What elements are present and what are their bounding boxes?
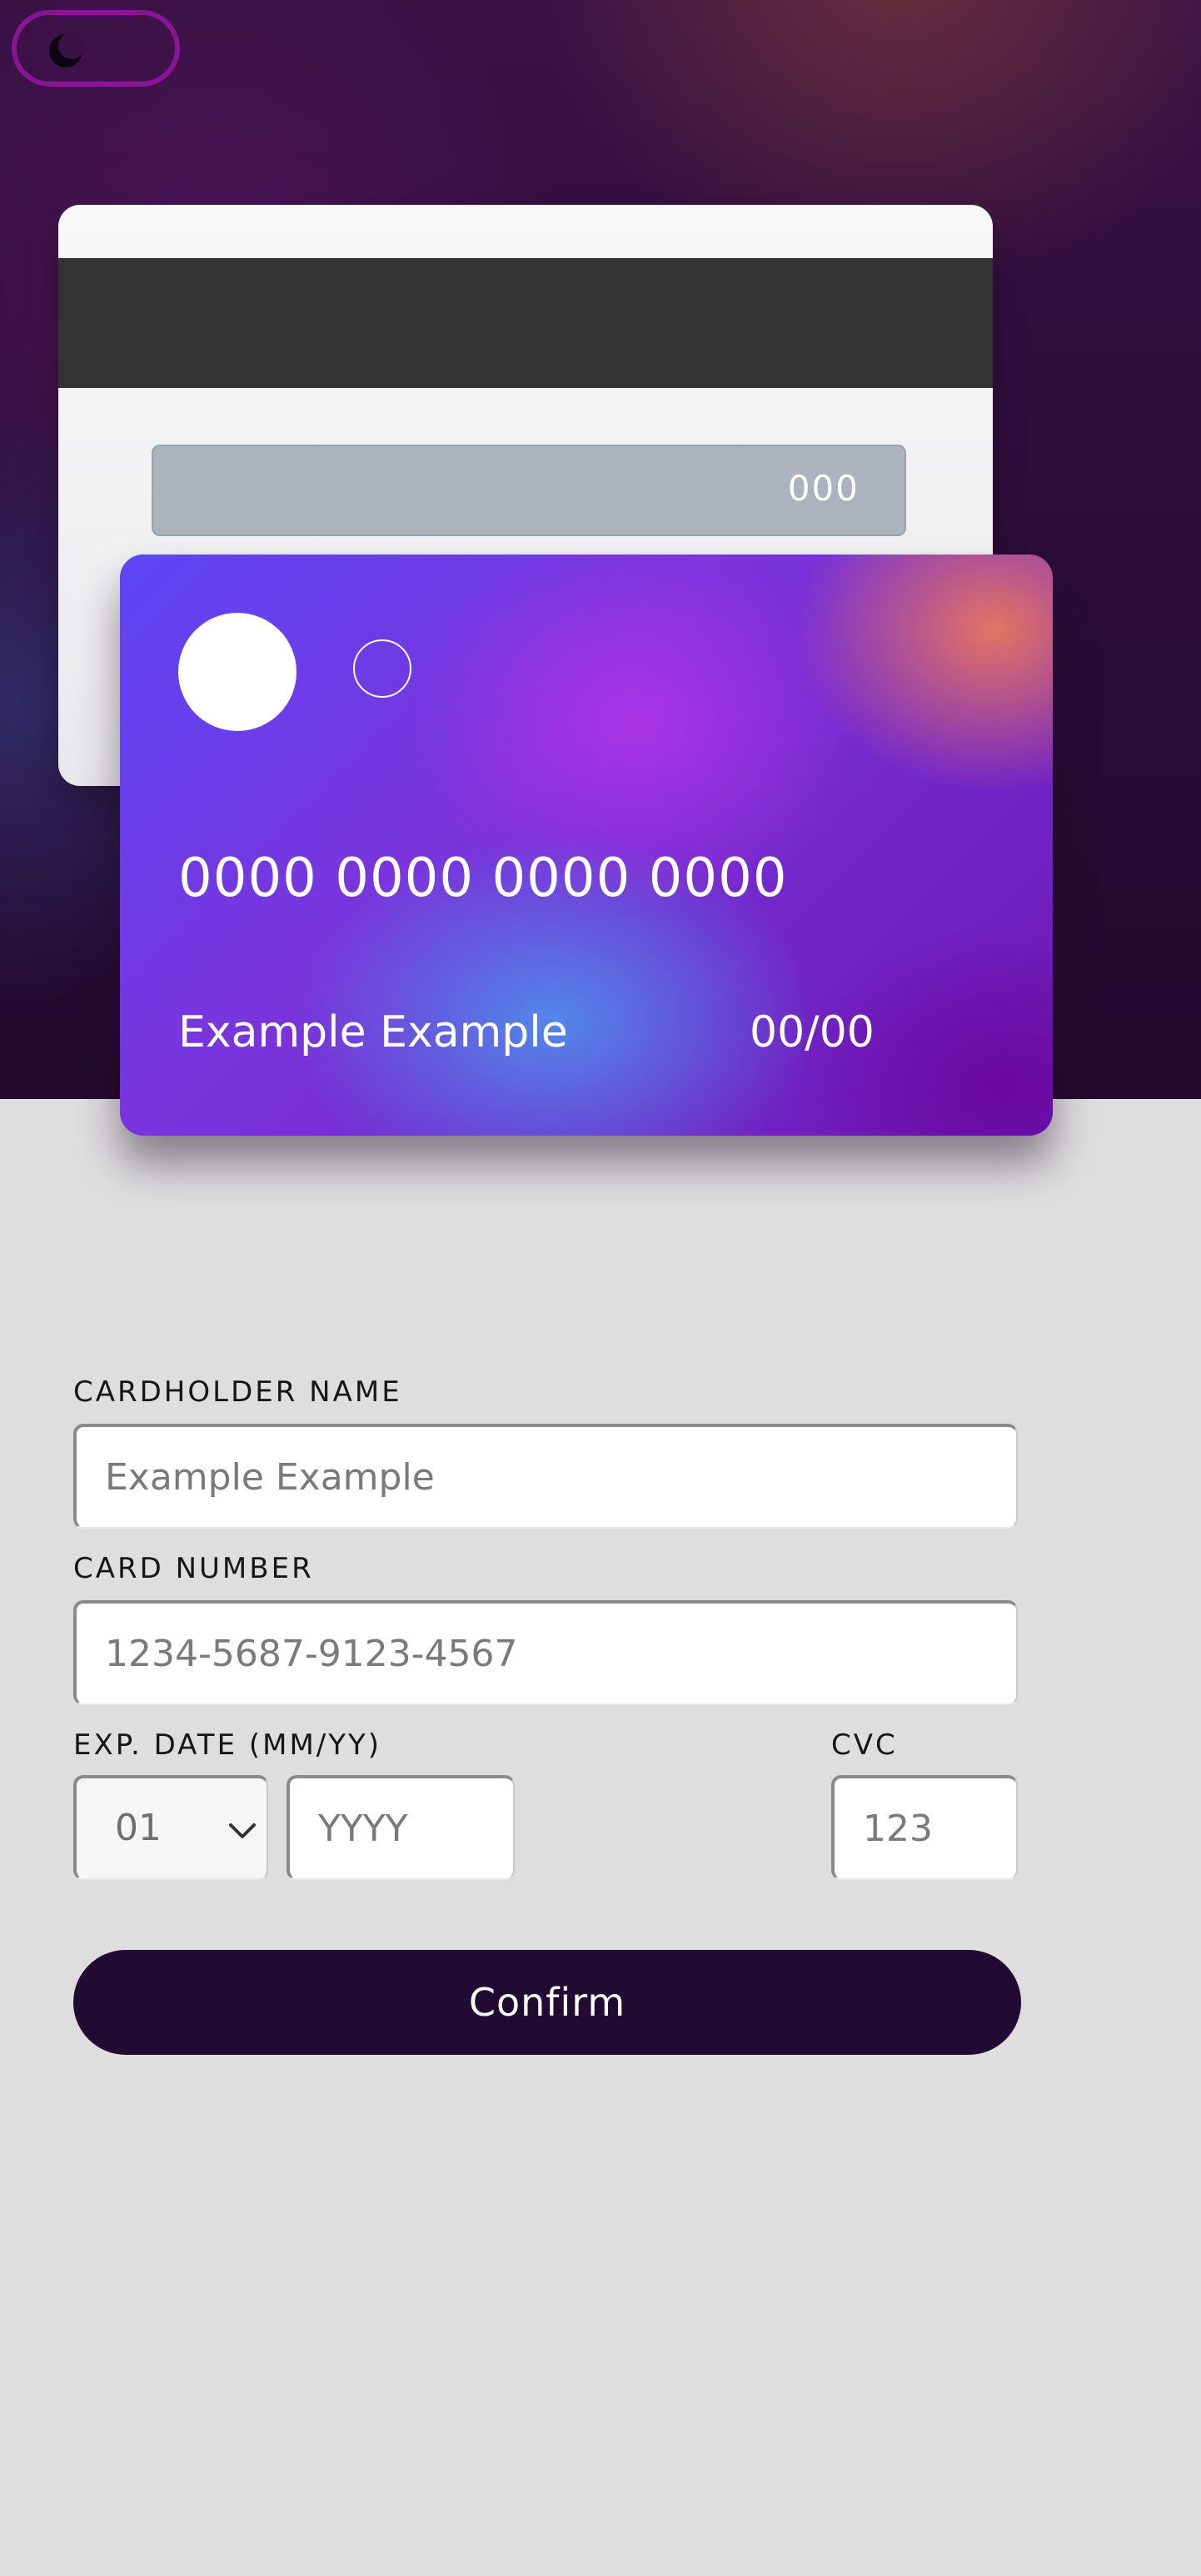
moon-icon [49, 32, 85, 67]
card-logo-small-circle [353, 639, 411, 698]
cardholder-name-label: CARDHOLDER NAME [73, 1375, 402, 1409]
magnetic-stripe [58, 258, 993, 388]
signature-strip: 000 [152, 445, 906, 536]
cardholder-name-input[interactable] [73, 1424, 1018, 1529]
exp-month-value: 01 [115, 1807, 162, 1849]
card-back-cvc: 000 [787, 468, 860, 509]
cardholder-name-display: Example Example [178, 1007, 568, 1057]
exp-date-label: EXP. DATE (MM/YY) [73, 1728, 382, 1762]
card-number-input[interactable] [73, 1600, 1018, 1705]
exp-month-select[interactable]: 01 [73, 1775, 268, 1880]
cvc-label: CVC [831, 1728, 898, 1762]
cvc-input[interactable] [831, 1775, 1018, 1880]
card-expiry-display: 00/00 [750, 1007, 875, 1057]
confirm-button[interactable]: Confirm [73, 1950, 1021, 2055]
theme-toggle[interactable] [12, 10, 180, 87]
chevron-down-icon [229, 1823, 256, 1838]
card-front: 0000 0000 0000 0000 Example Example 00/0… [120, 554, 1053, 1136]
card-logo-large-circle [178, 613, 297, 731]
card-number-display: 0000 0000 0000 0000 [178, 848, 788, 909]
card-number-label: CARD NUMBER [73, 1552, 314, 1585]
exp-year-input[interactable] [287, 1775, 515, 1880]
